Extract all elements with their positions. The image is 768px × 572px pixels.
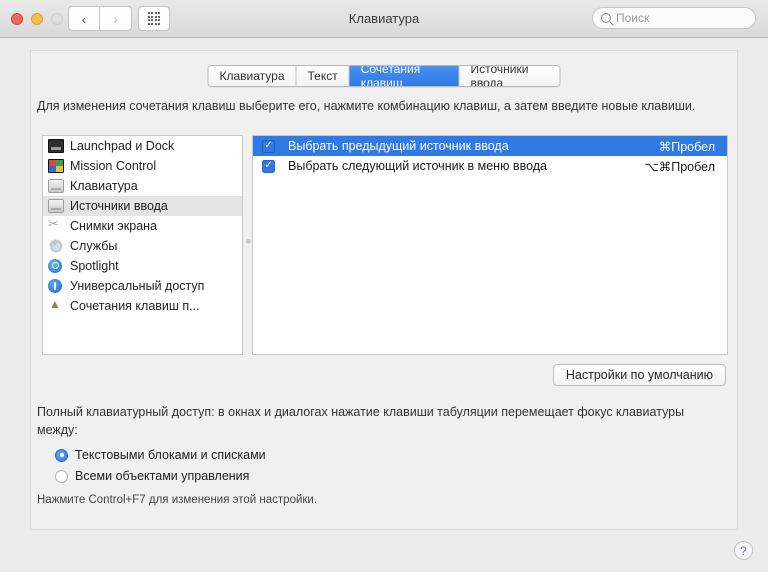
keyboard-access-hint: Нажмите Control+F7 для изменения этой на… bbox=[37, 494, 318, 506]
content-panel: Клавиатура Текст Сочетания клавиш Источн… bbox=[30, 50, 738, 530]
category-label: Универсальный доступ bbox=[70, 279, 205, 293]
shortcut-row[interactable]: ✓ Выбрать следующий источник в меню ввод… bbox=[253, 156, 727, 176]
category-label: Launchpad и Dock bbox=[70, 139, 175, 153]
title-bar: ‹ › Клавиатура Поиск bbox=[0, 0, 768, 38]
category-label: Источники ввода bbox=[70, 199, 168, 213]
radio-label: Текстовыми блоками и списками bbox=[75, 448, 266, 462]
preferences-window: ‹ › Клавиатура Поиск Клавиатура Текст Со… bbox=[0, 0, 768, 572]
shortcut-list[interactable]: ✓ Выбрать предыдущий источник ввода ⌘Про… bbox=[252, 135, 728, 355]
instructions-text: Для изменения сочетания клавиш выберите … bbox=[37, 99, 696, 113]
shortcut-row[interactable]: ✓ Выбрать предыдущий источник ввода ⌘Про… bbox=[253, 136, 727, 156]
tab-text[interactable]: Текст bbox=[296, 66, 350, 86]
radio-option-all-controls[interactable]: Всеми объектами управления bbox=[55, 469, 249, 483]
search-placeholder: Поиск bbox=[616, 11, 650, 25]
category-row[interactable]: Сочетания клавиш п... bbox=[43, 296, 242, 316]
search-icon bbox=[601, 13, 611, 23]
accessibility-icon bbox=[48, 279, 62, 293]
radio-label: Всеми объектами управления bbox=[75, 469, 250, 483]
category-label: Сочетания клавиш п... bbox=[70, 299, 200, 313]
shortcut-name: Выбрать следующий источник в меню ввода bbox=[288, 159, 547, 173]
radio-button[interactable] bbox=[55, 469, 68, 483]
category-row[interactable]: Mission Control bbox=[43, 156, 242, 176]
category-row[interactable]: Службы bbox=[43, 236, 242, 256]
radio-option-text-boxes[interactable]: Текстовыми блоками и списками bbox=[55, 448, 266, 462]
services-icon bbox=[48, 236, 64, 253]
spotlight-icon bbox=[48, 259, 62, 273]
help-button[interactable]: ? bbox=[734, 541, 753, 560]
search-field[interactable]: Поиск bbox=[592, 7, 756, 29]
category-row[interactable]: Launchpad и Dock bbox=[43, 136, 242, 156]
app-shortcuts-icon bbox=[48, 297, 64, 313]
input-sources-icon bbox=[48, 199, 64, 213]
screenshot-icon bbox=[48, 216, 64, 233]
shortcut-key[interactable]: ⌥⌘Пробел bbox=[644, 159, 727, 174]
category-row[interactable]: Универсальный доступ bbox=[43, 276, 242, 296]
radio-button-selected[interactable] bbox=[55, 448, 68, 462]
shortcut-checkbox[interactable]: ✓ bbox=[262, 159, 275, 173]
category-label: Mission Control bbox=[70, 159, 157, 173]
restore-defaults-button[interactable]: Настройки по умолчанию bbox=[552, 364, 726, 386]
category-row[interactable]: Снимки экрана bbox=[43, 216, 242, 236]
mission-control-icon bbox=[48, 159, 64, 173]
category-label: Снимки экрана bbox=[70, 219, 158, 233]
shortcut-checkbox[interactable]: ✓ bbox=[262, 139, 275, 153]
list-divider-handle[interactable] bbox=[246, 239, 251, 244]
full-keyboard-access-description: Полный клавиатурный доступ: в окнах и ди… bbox=[37, 405, 685, 437]
launchpad-icon bbox=[48, 139, 64, 153]
category-row[interactable]: Клавиатура bbox=[43, 176, 242, 196]
tab-input-sources[interactable]: Источники ввода bbox=[459, 66, 560, 86]
shortcut-key[interactable]: ⌘Пробел bbox=[659, 139, 727, 154]
category-list[interactable]: Launchpad и Dock Mission Control Клавиат… bbox=[42, 135, 243, 355]
category-row[interactable]: Spotlight bbox=[43, 256, 242, 276]
category-label: Службы bbox=[70, 239, 118, 253]
category-row-selected[interactable]: Источники ввода bbox=[43, 196, 242, 216]
category-label: Spotlight bbox=[70, 259, 119, 273]
tab-shortcuts[interactable]: Сочетания клавиш bbox=[349, 66, 460, 86]
shortcut-name: Выбрать предыдущий источник ввода bbox=[288, 139, 509, 153]
keyboard-icon bbox=[48, 179, 64, 193]
category-label: Клавиатура bbox=[70, 179, 138, 193]
tab-bar: Клавиатура Текст Сочетания клавиш Источн… bbox=[207, 65, 561, 87]
tab-keyboard[interactable]: Клавиатура bbox=[208, 66, 297, 86]
